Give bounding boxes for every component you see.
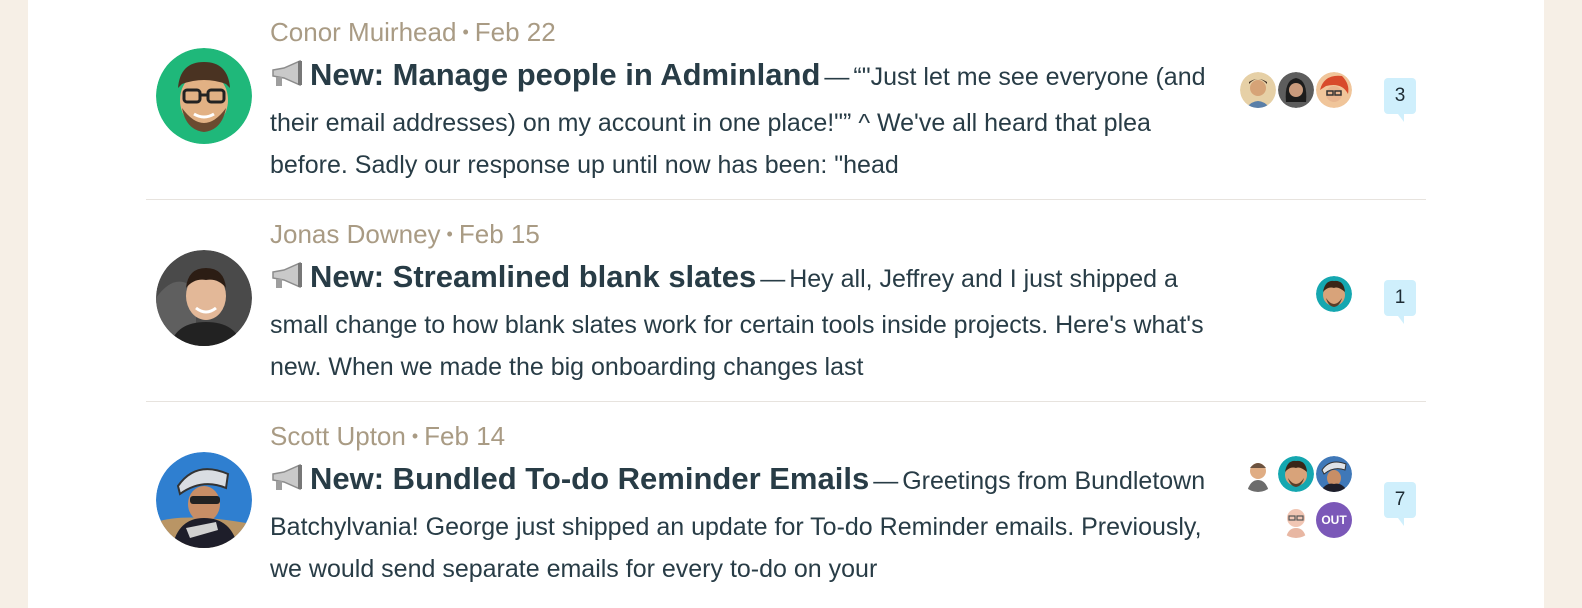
comment-count-badge[interactable]: 3 [1384, 78, 1416, 122]
title-dash: — [760, 265, 786, 293]
post-title[interactable]: New: Bundled To-do Reminder Emails [310, 461, 869, 496]
megaphone-icon [270, 463, 304, 506]
post-meta: Jonas Downey • Feb 15 [270, 218, 540, 250]
post-meta: Scott Upton • Feb 14 [270, 420, 505, 452]
participant-avatar[interactable] [1240, 72, 1276, 108]
post-date: Feb 14 [424, 421, 506, 451]
separator-dot: • [446, 224, 453, 244]
author-name[interactable]: Scott Upton [270, 421, 406, 451]
author-avatar[interactable] [156, 452, 252, 548]
post-summary[interactable]: New: Manage people in Adminland — “"Just l… [270, 54, 1220, 186]
participant-avatar[interactable] [1278, 502, 1314, 538]
divider [146, 199, 1426, 200]
message-list-item[interactable]: Conor Muirhead • Feb 22 New: Manage people… [146, 0, 1426, 202]
author-avatar[interactable] [156, 250, 252, 346]
participant-avatar[interactable] [1278, 72, 1314, 108]
post-title[interactable]: New: Manage people in Adminland [310, 57, 820, 92]
author-name[interactable]: Jonas Downey [270, 219, 441, 249]
post-summary[interactable]: New: Streamlined blank slates — Hey all, J… [270, 256, 1220, 388]
title-dash: — [873, 467, 899, 495]
post-date: Feb 22 [474, 17, 556, 47]
post-summary[interactable]: New: Bundled To-do Reminder Emails — Greet… [270, 458, 1220, 590]
participant-avatar[interactable] [1316, 456, 1352, 492]
author-avatar[interactable] [156, 48, 252, 144]
title-dash: — [824, 63, 850, 91]
post-title[interactable]: New: Streamlined blank slates [310, 259, 756, 294]
out-status-avatar[interactable]: OUT [1316, 502, 1352, 538]
message-list-item[interactable]: Jonas Downey • Feb 15 New: Streamlined bla… [146, 202, 1426, 404]
author-name[interactable]: Conor Muirhead [270, 17, 456, 47]
post-date: Feb 15 [458, 219, 540, 249]
comment-count-badge[interactable]: 1 [1384, 280, 1416, 324]
participant-avatar[interactable] [1316, 72, 1352, 108]
divider [146, 401, 1426, 402]
participant-avatar[interactable] [1278, 456, 1314, 492]
separator-dot: • [411, 426, 419, 446]
megaphone-icon [270, 261, 304, 304]
post-meta: Conor Muirhead • Feb 22 [270, 16, 556, 48]
participant-avatar[interactable] [1240, 456, 1276, 492]
participant-avatar[interactable] [1316, 276, 1352, 312]
separator-dot: • [462, 22, 469, 42]
megaphone-icon [270, 59, 304, 102]
comment-count-badge[interactable]: 7 [1384, 482, 1416, 526]
message-list-item[interactable]: Scott Upton • Feb 14 New: Bundled To-do Re… [146, 404, 1426, 606]
